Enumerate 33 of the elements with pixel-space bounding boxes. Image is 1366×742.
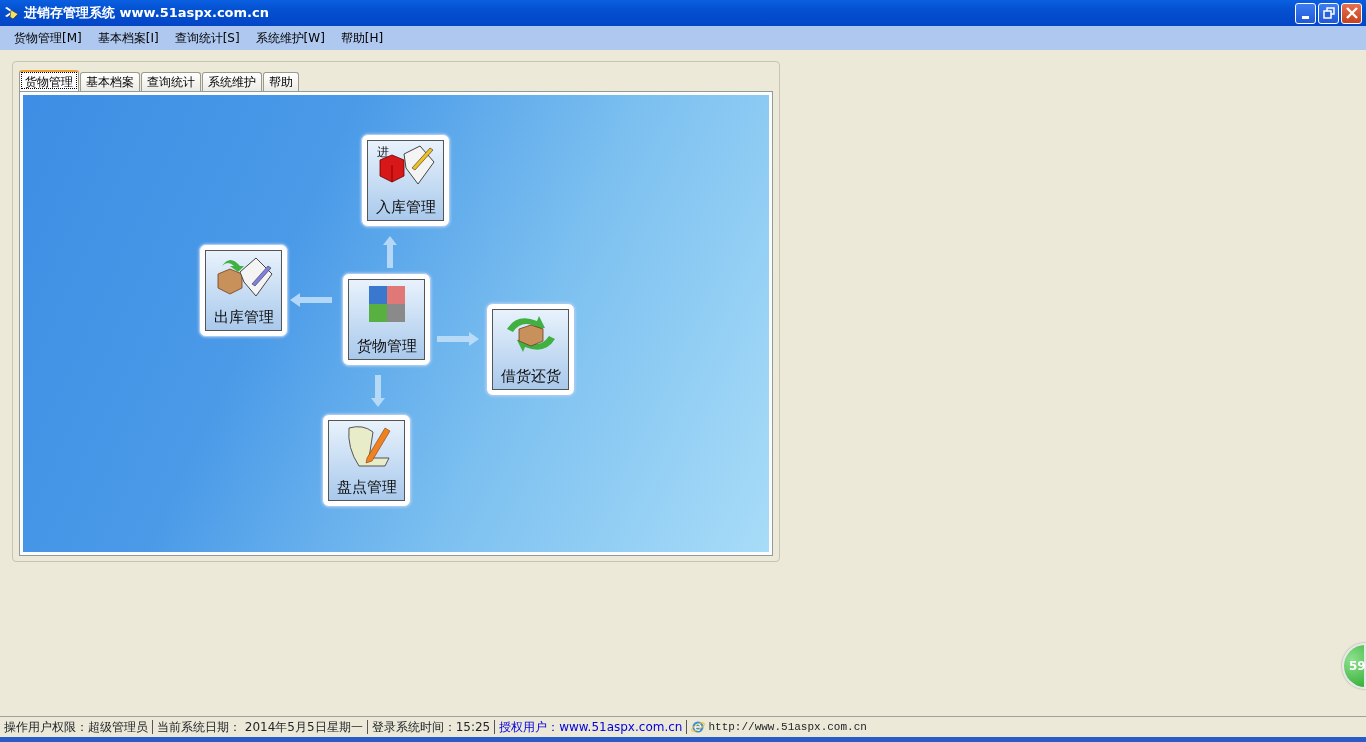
tab[interactable]: 查询统计: [141, 72, 201, 91]
arrow-up-icon: [383, 236, 397, 268]
menu-item[interactable]: 查询统计[S]: [166, 29, 248, 47]
close-icon: [1345, 7, 1358, 19]
authorized-user-text: 授权用户：www.51aspx.com.cn: [499, 720, 683, 734]
status-text: 登录系统时间：15:25: [371, 720, 491, 734]
arrow-right-icon: [437, 332, 479, 346]
status-text: 操作用户权限：超级管理员: [4, 720, 148, 734]
app-icon: [4, 5, 20, 21]
tab[interactable]: 帮助: [263, 72, 299, 91]
close-button[interactable]: [1341, 2, 1362, 24]
website-link[interactable]: http://www.51aspx.com.cn: [708, 720, 867, 734]
menu-tile[interactable]: 货物管理: [342, 273, 431, 366]
tab[interactable]: 货物管理: [19, 70, 79, 91]
tab[interactable]: 基本档案: [80, 72, 140, 91]
menu-item[interactable]: 帮助[H]: [332, 29, 392, 47]
menu-tile[interactable]: 进 入库管理: [361, 134, 450, 227]
menu-item[interactable]: 货物管理[M]: [6, 29, 90, 47]
window-title: 进销存管理系统 www.51aspx.com.cn: [24, 4, 269, 23]
restore-button[interactable]: [1318, 2, 1339, 24]
menu-tile[interactable]: 借货还货: [486, 303, 575, 396]
minimize-button[interactable]: [1295, 2, 1316, 24]
minimize-icon: [1302, 15, 1309, 19]
arrow-left-icon: [290, 293, 332, 307]
browser-icon: [691, 720, 706, 734]
menu-tile[interactable]: 出库管理: [199, 244, 288, 337]
menu-item[interactable]: 系统维护[W]: [247, 29, 333, 47]
menu-tile[interactable]: 盘点管理: [322, 414, 411, 507]
status-text: 当前系统日期： 2014年5月5日星期一: [157, 720, 363, 734]
tab[interactable]: 系统维护: [202, 72, 262, 91]
arrow-down-icon: [371, 375, 385, 407]
menu-item[interactable]: 基本档案[I]: [89, 29, 167, 47]
restore-icon: [1322, 7, 1335, 19]
